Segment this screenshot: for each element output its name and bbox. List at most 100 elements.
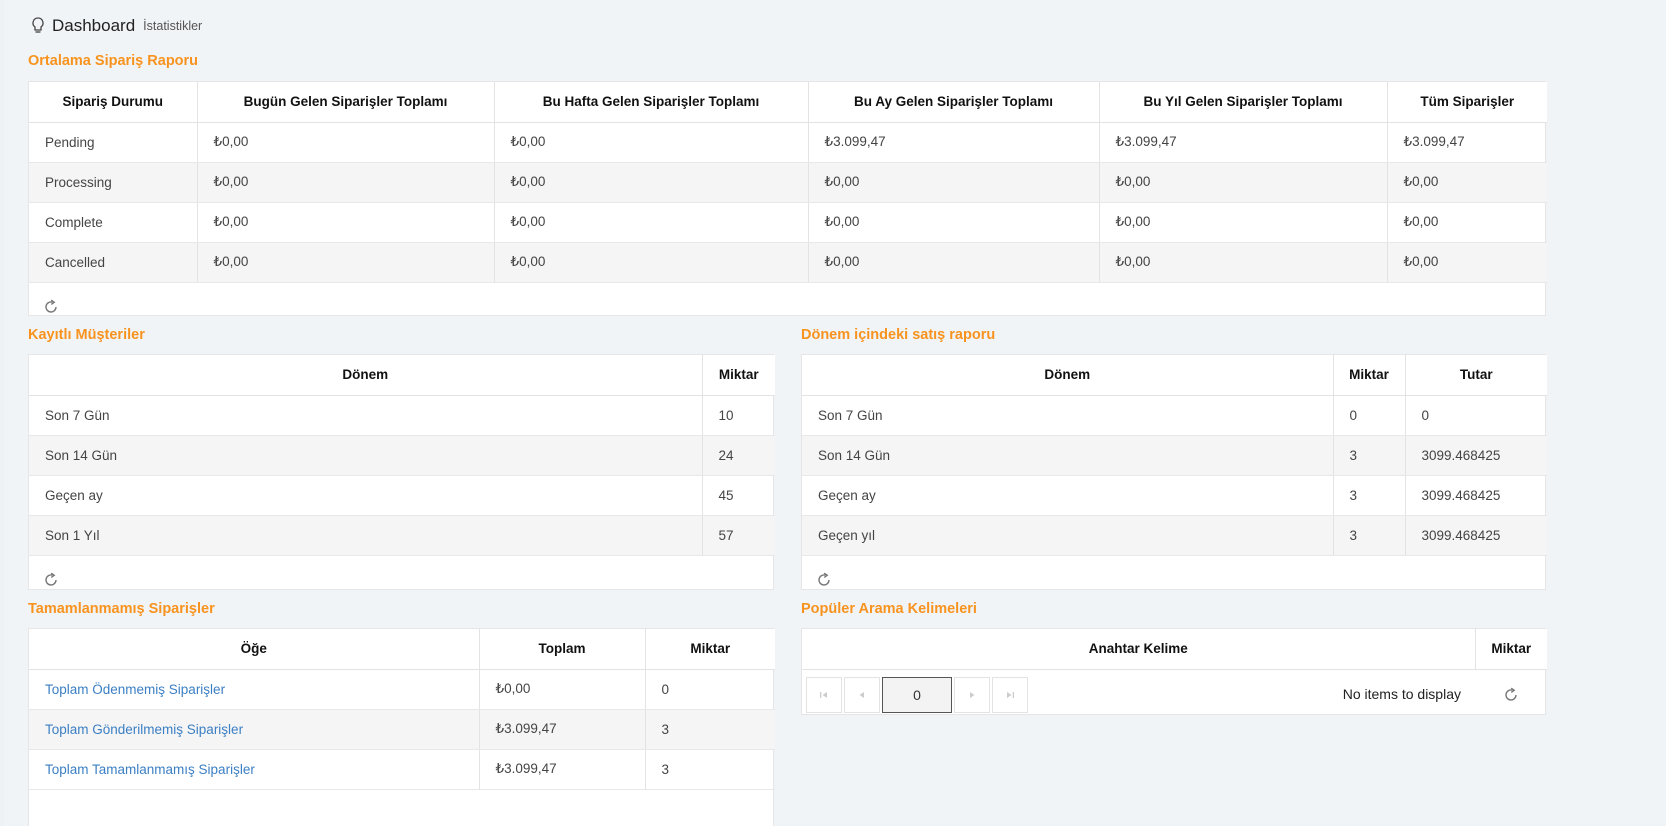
table-row: Toplam Tamamlanmamış Siparişler ₺3.099,4… bbox=[29, 749, 775, 790]
column-header[interactable]: Miktar bbox=[1475, 629, 1547, 670]
pager: 0 No items to display bbox=[802, 670, 1545, 720]
table-row: Son 7 Gün 10 bbox=[29, 395, 775, 436]
search-terms-table: Anahtar Kelime Miktar bbox=[802, 629, 1547, 670]
table-cell: 3 bbox=[1333, 435, 1406, 476]
table-cell: ₺0,00 bbox=[1099, 202, 1388, 243]
column-header[interactable]: Bu Ay Gelen Siparişler Toplamı bbox=[808, 82, 1100, 123]
prev-page-icon bbox=[859, 691, 864, 698]
column-header[interactable]: Bu Hafta Gelen Siparişler Toplamı bbox=[494, 82, 809, 123]
refresh-row bbox=[29, 283, 1545, 331]
table-row: Son 7 Gün 0 0 bbox=[802, 395, 1547, 436]
table-cell: ₺0,00 bbox=[494, 162, 809, 203]
empty-message: No items to display bbox=[1342, 685, 1461, 702]
incomplete-orders-table: Öğe Toplam Miktar Toplam Ödenmemiş Sipar… bbox=[29, 629, 775, 790]
table-cell: Processing bbox=[29, 162, 198, 203]
table-cell: 3 bbox=[1333, 515, 1406, 556]
table-cell: ₺0,00 bbox=[197, 122, 495, 163]
orders-report-title: Ortalama Sipariş Raporu bbox=[28, 53, 199, 69]
table-cell: ₺0,00 bbox=[1099, 162, 1388, 203]
table-cell: Geçen ay bbox=[802, 475, 1334, 516]
table-cell: ₺3.099,47 bbox=[479, 709, 646, 750]
column-header[interactable]: Miktar bbox=[702, 355, 775, 396]
table-cell: 3099.468425 bbox=[1405, 475, 1547, 516]
column-header[interactable]: Öğe bbox=[29, 629, 480, 670]
table-cell: 3 bbox=[1333, 475, 1406, 516]
refresh-icon[interactable] bbox=[816, 572, 832, 588]
table-row: Cancelled ₺0,00 ₺0,00 ₺0,00 ₺0,00 ₺0,00 bbox=[29, 242, 1547, 283]
table-header-row: Öğe Toplam Miktar bbox=[29, 629, 775, 670]
table-cell: Son 14 Gün bbox=[29, 435, 703, 476]
prev-page-button[interactable] bbox=[844, 676, 880, 713]
table-row: Geçen ay 45 bbox=[29, 475, 775, 516]
incomplete-orders-link[interactable]: Toplam Tamamlanmamış Siparişler bbox=[29, 749, 480, 790]
first-page-icon bbox=[820, 691, 827, 698]
search-terms-title: Popüler Arama Kelimeleri bbox=[801, 601, 977, 617]
table-cell: 3099.468425 bbox=[1405, 515, 1547, 556]
table-row: Toplam Gönderilmemiş Siparişler ₺3.099,4… bbox=[29, 709, 775, 750]
sales-report-table: Dönem Miktar Tutar Son 7 Gün 0 0 Son 14 … bbox=[802, 355, 1547, 556]
page-header: Dashboard İstatistikler bbox=[30, 14, 202, 38]
orders-report-table: Sipariş Durumu Bugün Gelen Siparişler To… bbox=[29, 82, 1547, 283]
column-header[interactable]: Miktar bbox=[1333, 355, 1406, 396]
refresh-icon[interactable] bbox=[1503, 687, 1519, 703]
table-cell: Son 14 Gün bbox=[802, 435, 1334, 476]
search-terms-panel: Anahtar Kelime Miktar 0 No items to disp… bbox=[801, 628, 1547, 715]
table-cell: Geçen yıl bbox=[802, 515, 1334, 556]
column-header[interactable]: Bugün Gelen Siparişler Toplamı bbox=[197, 82, 495, 123]
next-page-button[interactable] bbox=[954, 676, 990, 713]
column-header[interactable]: Anahtar Kelime bbox=[802, 629, 1476, 670]
table-cell: ₺0,00 bbox=[808, 162, 1100, 203]
table-row: Geçen yıl 3 3099.468425 bbox=[802, 515, 1547, 556]
last-page-icon bbox=[1007, 691, 1014, 698]
table-cell: 0 bbox=[1333, 395, 1406, 436]
table-cell: ₺3.099,47 bbox=[1099, 122, 1388, 163]
table-cell: 57 bbox=[702, 515, 775, 556]
table-cell: ₺0,00 bbox=[494, 242, 809, 283]
sales-report-title: Dönem içindeki satış raporu bbox=[801, 327, 996, 343]
column-header[interactable]: Dönem bbox=[802, 355, 1334, 396]
table-cell: ₺0,00 bbox=[1099, 242, 1388, 283]
table-cell: ₺3.099,47 bbox=[1387, 122, 1547, 163]
table-row: Processing ₺0,00 ₺0,00 ₺0,00 ₺0,00 ₺0,00 bbox=[29, 162, 1547, 203]
column-header[interactable]: Toplam bbox=[479, 629, 646, 670]
table-row: Toplam Ödenmemiş Siparişler ₺0,00 0 bbox=[29, 669, 775, 710]
table-cell: 45 bbox=[702, 475, 775, 516]
column-header[interactable]: Sipariş Durumu bbox=[29, 82, 198, 123]
page-subtitle: İstatistikler bbox=[143, 19, 203, 33]
table-cell: ₺0,00 bbox=[197, 202, 495, 243]
table-cell: ₺0,00 bbox=[197, 162, 495, 203]
refresh-icon[interactable] bbox=[43, 299, 59, 315]
table-row: Son 1 Yıl 57 bbox=[29, 515, 775, 556]
page: Dashboard İstatistikler Ortalama Sipariş… bbox=[4, 0, 1666, 826]
table-header-row: Sipariş Durumu Bugün Gelen Siparişler To… bbox=[29, 82, 1547, 123]
column-header[interactable]: Dönem bbox=[29, 355, 703, 396]
table-cell: ₺0,00 bbox=[808, 242, 1100, 283]
table-cell: Geçen ay bbox=[29, 475, 703, 516]
incomplete-orders-panel: Öğe Toplam Miktar Toplam Ödenmemiş Sipar… bbox=[28, 628, 775, 826]
table-cell: Son 7 Gün bbox=[802, 395, 1334, 436]
column-header[interactable]: Tutar bbox=[1405, 355, 1547, 396]
column-header[interactable]: Tüm Siparişler bbox=[1387, 82, 1547, 123]
customers-title: Kayıtlı Müşteriler bbox=[28, 327, 145, 343]
last-page-button[interactable] bbox=[992, 676, 1028, 713]
table-row: Geçen ay 3 3099.468425 bbox=[802, 475, 1547, 516]
table-header-row: Dönem Miktar bbox=[29, 355, 775, 396]
table-cell: 24 bbox=[702, 435, 775, 476]
refresh-icon[interactable] bbox=[43, 572, 59, 588]
next-page-icon bbox=[970, 691, 975, 698]
table-cell: Cancelled bbox=[29, 242, 198, 283]
column-header[interactable]: Bu Yıl Gelen Siparişler Toplamı bbox=[1099, 82, 1388, 123]
customers-panel: Dönem Miktar Son 7 Gün 10 Son 14 Gün 24 … bbox=[28, 354, 775, 590]
unpaid-orders-link[interactable]: Toplam Ödenmemiş Siparişler bbox=[29, 669, 480, 710]
column-header[interactable]: Miktar bbox=[645, 629, 775, 670]
page-number-input[interactable]: 0 bbox=[882, 676, 952, 713]
table-cell: Complete bbox=[29, 202, 198, 243]
first-page-button[interactable] bbox=[806, 676, 842, 713]
table-cell: ₺0,00 bbox=[494, 202, 809, 243]
customers-table: Dönem Miktar Son 7 Gün 10 Son 14 Gün 24 … bbox=[29, 355, 775, 556]
table-cell: ₺0,00 bbox=[197, 242, 495, 283]
unshipped-orders-link[interactable]: Toplam Gönderilmemiş Siparişler bbox=[29, 709, 480, 750]
table-cell: ₺0,00 bbox=[1387, 162, 1547, 203]
table-row: Complete ₺0,00 ₺0,00 ₺0,00 ₺0,00 ₺0,00 bbox=[29, 202, 1547, 243]
table-cell: 3 bbox=[645, 749, 775, 790]
